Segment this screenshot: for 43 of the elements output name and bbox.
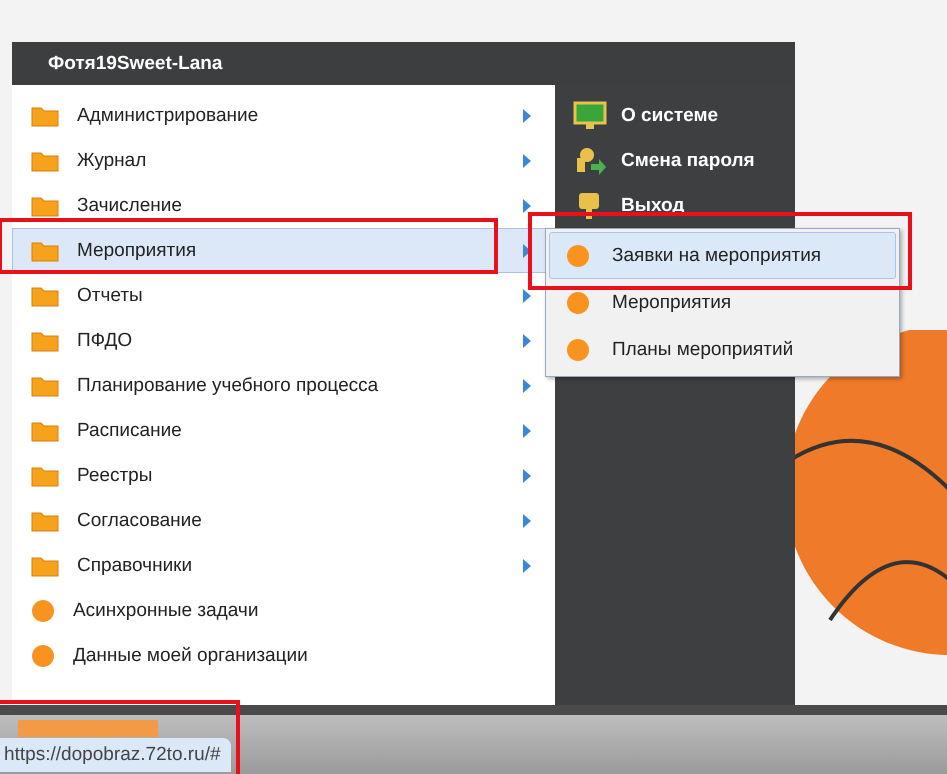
folder-icon: [31, 240, 59, 262]
menu-item[interactable]: Зачисление: [12, 183, 555, 228]
arrow-icon: [522, 378, 532, 394]
arrow-icon: [522, 288, 532, 304]
taskbar-tab[interactable]: [18, 720, 158, 737]
folder-icon: [31, 194, 59, 216]
folder-icon: [31, 284, 59, 306]
menu-item[interactable]: Администрирование: [12, 93, 555, 138]
dot-icon: [566, 338, 590, 362]
folder-icon: [31, 510, 59, 532]
arrow-icon: [522, 332, 532, 348]
monitor-icon: [573, 100, 607, 130]
arrow-icon: [522, 198, 532, 214]
menu-item[interactable]: Расписание: [12, 408, 555, 453]
menu-item[interactable]: Асинхронные задачи: [12, 588, 555, 633]
arrow-icon: [522, 558, 532, 574]
arrow-icon: [522, 512, 532, 528]
submenu-item[interactable]: Заявки на мероприятия: [549, 232, 896, 279]
folder-icon: [31, 554, 59, 576]
folder-icon: [31, 104, 59, 126]
menu-item[interactable]: Журнал: [12, 138, 555, 183]
folder-icon: [31, 150, 59, 172]
folder-icon: [31, 420, 59, 442]
menu-item[interactable]: Справочники: [12, 543, 555, 588]
dot-icon: [31, 644, 55, 668]
folder-icon: [31, 464, 59, 486]
arrow-icon: [522, 108, 532, 124]
menu-item[interactable]: Реестры: [12, 453, 555, 498]
action-link[interactable]: О системе: [621, 104, 718, 126]
folder-icon: [31, 374, 59, 396]
arrow-icon: [522, 152, 532, 168]
dot-icon: [566, 244, 590, 268]
dot-icon: [31, 598, 55, 622]
menu-item[interactable]: Данные моей организации: [12, 633, 555, 678]
action-link[interactable]: Выход: [621, 194, 684, 216]
arrow-icon: [522, 422, 532, 438]
user-name: Фотя19Sweet-Lana: [12, 42, 795, 85]
action-link[interactable]: Смена пароля: [621, 150, 755, 172]
menu-item[interactable]: Согласование: [12, 498, 555, 543]
status-url: https://dopobraz.72to.ru/#: [0, 738, 231, 772]
folder-icon: [31, 330, 59, 352]
arrow-icon: [522, 468, 532, 484]
dot-icon: [566, 290, 590, 314]
